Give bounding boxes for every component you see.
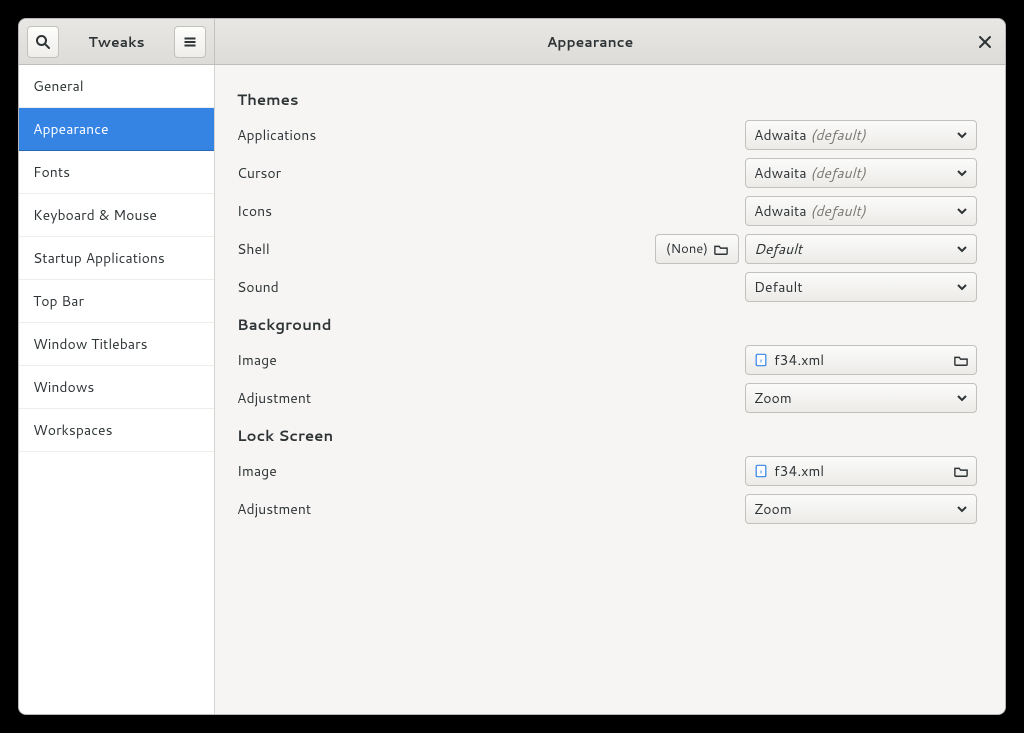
sidebar-item-keyboard-mouse[interactable]: Keyboard & Mouse bbox=[19, 194, 214, 237]
xml-file-icon: x bbox=[754, 353, 768, 367]
page-title: Appearance bbox=[215, 32, 965, 52]
sidebar-item-startup-applications[interactable]: Startup Applications bbox=[19, 237, 214, 280]
combo-value: Adwaita bbox=[754, 125, 807, 145]
folder-open-icon bbox=[714, 242, 728, 256]
folder-open-icon bbox=[954, 353, 968, 367]
row-applications-theme: Applications Adwaita (default) bbox=[237, 118, 977, 152]
combo-value: Default bbox=[754, 239, 950, 259]
row-cursor-theme: Cursor Adwaita (default) bbox=[237, 156, 977, 190]
combo-sound-theme[interactable]: Default bbox=[745, 272, 977, 302]
content-panel: Themes Applications Adwaita (default) bbox=[215, 65, 1005, 714]
label-background-image: Image bbox=[237, 350, 277, 370]
xml-file-icon: x bbox=[754, 464, 768, 478]
chevron-down-icon bbox=[956, 205, 968, 217]
combo-value: Adwaita bbox=[754, 201, 807, 221]
label-lockscreen-image: Image bbox=[237, 461, 277, 481]
svg-text:x: x bbox=[760, 470, 763, 476]
section-heading-background: Background bbox=[237, 314, 977, 335]
label-background-adjustment: Adjustment bbox=[237, 388, 311, 408]
row-lockscreen-image: Image x f34.xml bbox=[237, 454, 977, 488]
label-lockscreen-adjustment: Adjustment bbox=[237, 499, 311, 519]
label-applications-theme: Applications bbox=[237, 125, 316, 145]
file-button-lockscreen-image[interactable]: x f34.xml bbox=[745, 456, 977, 486]
folder-open-icon bbox=[954, 464, 968, 478]
chevron-down-icon bbox=[956, 129, 968, 141]
combo-suffix: (default) bbox=[810, 163, 865, 183]
row-sound-theme: Sound Default bbox=[237, 270, 977, 304]
row-shell-theme: Shell (None) Default bbox=[237, 232, 977, 266]
combo-cursor-theme[interactable]: Adwaita (default) bbox=[745, 158, 977, 188]
combo-icons-theme[interactable]: Adwaita (default) bbox=[745, 196, 977, 226]
combo-value: Adwaita bbox=[754, 163, 807, 183]
combo-value: Zoom bbox=[754, 388, 950, 408]
chevron-down-icon bbox=[956, 243, 968, 255]
chevron-down-icon bbox=[956, 392, 968, 404]
file-name: f34.xml bbox=[774, 461, 954, 481]
label-shell-theme: Shell bbox=[237, 239, 270, 259]
svg-text:x: x bbox=[760, 359, 763, 365]
combo-applications-theme[interactable]: Adwaita (default) bbox=[745, 120, 977, 150]
row-background-image: Image x f34.xml bbox=[237, 343, 977, 377]
sidebar-item-window-titlebars[interactable]: Window Titlebars bbox=[19, 323, 214, 366]
hamburger-menu-button[interactable] bbox=[174, 26, 206, 58]
combo-suffix: (default) bbox=[810, 125, 865, 145]
combo-suffix: (default) bbox=[810, 201, 865, 221]
label-sound-theme: Sound bbox=[237, 277, 279, 297]
search-icon bbox=[35, 34, 51, 50]
label-icons-theme: Icons bbox=[237, 201, 272, 221]
combo-lockscreen-adjustment[interactable]: Zoom bbox=[745, 494, 977, 524]
file-name: f34.xml bbox=[774, 350, 954, 370]
headerbar: Tweaks Appearance bbox=[19, 19, 1005, 65]
close-button[interactable] bbox=[965, 19, 1005, 65]
sidebar-item-fonts[interactable]: Fonts bbox=[19, 151, 214, 194]
hamburger-icon bbox=[182, 34, 198, 50]
search-button[interactable] bbox=[27, 26, 59, 58]
row-background-adjustment: Adjustment Zoom bbox=[237, 381, 977, 415]
combo-shell-theme[interactable]: Default bbox=[745, 234, 977, 264]
sidebar-item-workspaces[interactable]: Workspaces bbox=[19, 409, 214, 452]
headerbar-right: Appearance bbox=[215, 19, 1005, 64]
label-cursor-theme: Cursor bbox=[237, 163, 281, 183]
chevron-down-icon bbox=[956, 167, 968, 179]
sidebar-item-general[interactable]: General bbox=[19, 65, 214, 108]
section-heading-lockscreen: Lock Screen bbox=[237, 425, 977, 446]
combo-value: Zoom bbox=[754, 499, 950, 519]
sidebar-item-windows[interactable]: Windows bbox=[19, 366, 214, 409]
sidebar-item-top-bar[interactable]: Top Bar bbox=[19, 280, 214, 323]
combo-background-adjustment[interactable]: Zoom bbox=[745, 383, 977, 413]
row-icons-theme: Icons Adwaita (default) bbox=[237, 194, 977, 228]
tweaks-window: Tweaks Appearance bbox=[18, 18, 1006, 715]
chevron-down-icon bbox=[956, 281, 968, 293]
sidebar: General Appearance Fonts Keyboard & Mous… bbox=[19, 65, 215, 714]
headerbar-left: Tweaks bbox=[19, 19, 215, 64]
app-title: Tweaks bbox=[67, 32, 166, 52]
row-lockscreen-adjustment: Adjustment Zoom bbox=[237, 492, 977, 526]
sidebar-item-appearance[interactable]: Appearance bbox=[19, 108, 214, 151]
combo-value: Default bbox=[754, 277, 950, 297]
file-button-background-image[interactable]: x f34.xml bbox=[745, 345, 977, 375]
section-heading-themes: Themes bbox=[237, 89, 977, 110]
close-icon bbox=[978, 35, 992, 49]
shell-theme-file-button[interactable]: (None) bbox=[655, 234, 739, 264]
chevron-down-icon bbox=[956, 503, 968, 515]
shell-theme-aux-label: (None) bbox=[666, 240, 708, 258]
